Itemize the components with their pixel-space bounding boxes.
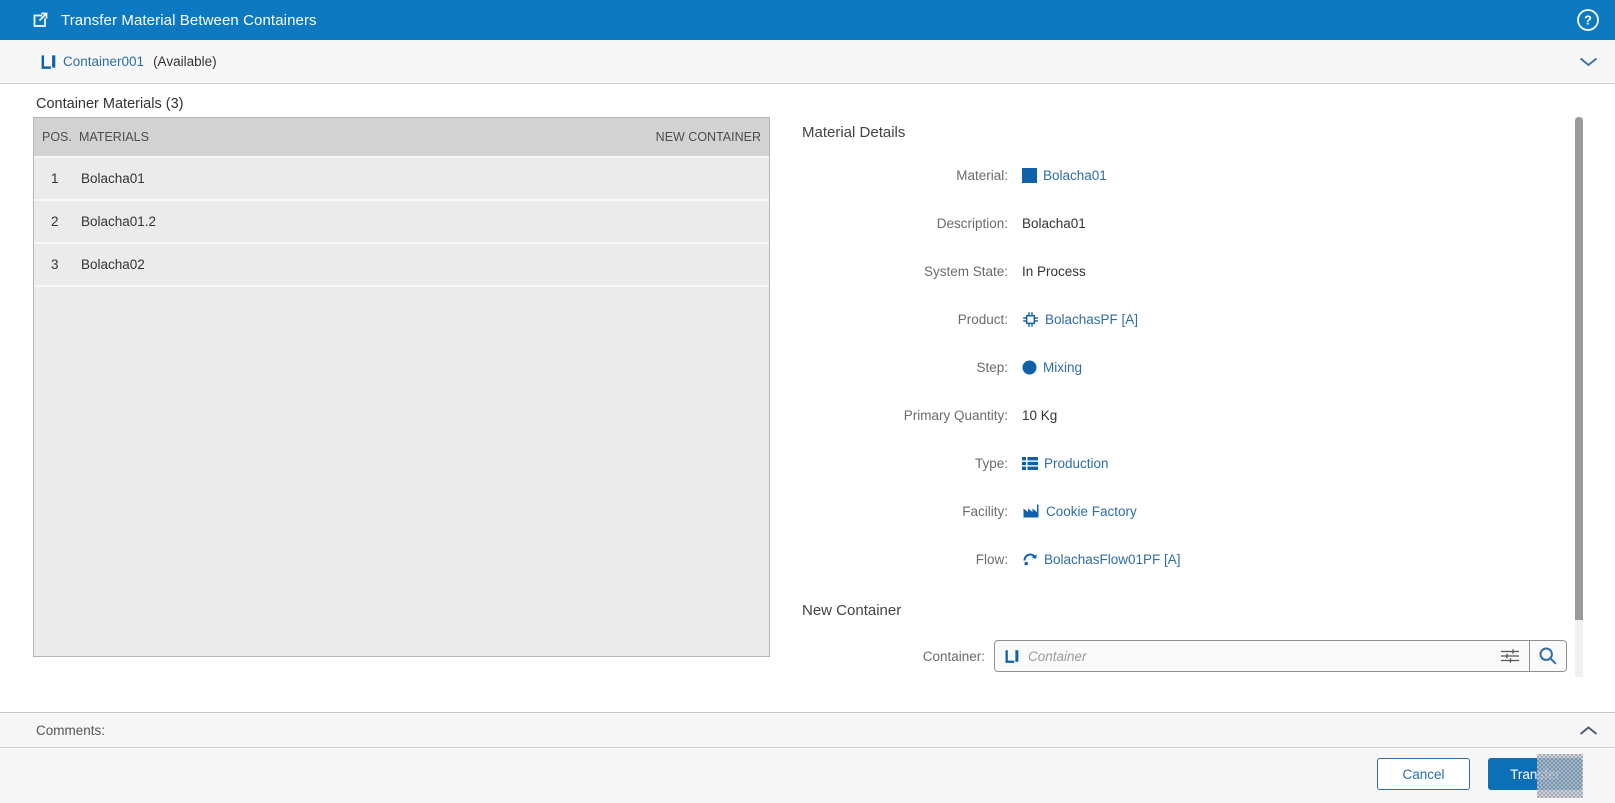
field-row-step: Step: Mixing — [800, 343, 1530, 391]
cancel-button[interactable]: Cancel — [1377, 758, 1470, 790]
details-panel-title: Material Details — [802, 124, 906, 141]
transfer-button[interactable]: Transfer — [1488, 758, 1582, 790]
field-row-flow: Flow: BolachasFlow01PF [A] — [800, 535, 1530, 583]
table-row[interactable]: 1 Bolacha01 — [34, 158, 769, 201]
field-label: Facility: — [962, 503, 1008, 519]
field-value-text: BolachasPF [A] — [1045, 311, 1139, 327]
step-icon — [1022, 360, 1037, 375]
new-container-title: New Container — [802, 602, 902, 619]
details-fields: Material: Bolacha01 Description: Bolacha01 S… — [800, 151, 1530, 583]
field-label: Product: — [957, 311, 1008, 327]
field-value-text: In Process — [1022, 263, 1086, 279]
field-label: Step: — [976, 359, 1008, 375]
field-value-text: BolachasFlow01PF [A] — [1044, 551, 1181, 567]
materials-table: POS. MATERIALS NEW CONTAINER 1 Bolacha01 2… — [33, 117, 770, 657]
cell-pos: 3 — [51, 257, 59, 272]
field-label: Material: — [956, 167, 1008, 183]
search-button[interactable] — [1529, 641, 1566, 671]
comments-bar[interactable]: Comments: — [0, 712, 1615, 748]
field-value[interactable]: Mixing — [1022, 360, 1082, 375]
container-input[interactable] — [1028, 648, 1491, 664]
field-row-product: Product: BolachasPF [A] — [800, 295, 1530, 343]
column-header-new-container: NEW CONTAINER — [655, 130, 761, 144]
field-value[interactable]: Bolacha01 — [1022, 167, 1107, 183]
comments-label: Comments: — [36, 722, 106, 738]
field-row-type: Type: Production — [800, 439, 1530, 487]
container-icon — [40, 53, 57, 70]
chevron-down-icon[interactable] — [1579, 57, 1598, 67]
table-row[interactable]: 3 Bolacha02 — [34, 244, 769, 287]
chevron-up-icon[interactable] — [1579, 726, 1598, 736]
filter-icon[interactable] — [1500, 648, 1520, 664]
transfer-icon — [30, 10, 50, 30]
cell-material: Bolacha01 — [81, 171, 145, 186]
title-bar: Transfer Material Between Containers ? — [0, 0, 1615, 40]
field-row-system-state: System State: In Process — [800, 247, 1530, 295]
field-label: System State: — [923, 263, 1008, 279]
cell-pos: 2 — [51, 214, 59, 229]
flow-icon — [1022, 551, 1038, 567]
container-state: (Available) — [153, 54, 217, 69]
container-header: Container001 (Available) — [0, 40, 1615, 84]
cell-material: Bolacha02 — [81, 257, 145, 272]
type-icon — [1022, 456, 1038, 471]
page-title: Transfer Material Between Containers — [61, 11, 317, 29]
table-row[interactable]: 2 Bolacha01.2 — [34, 201, 769, 244]
container-field-label: Container: — [922, 648, 985, 664]
help-icon[interactable]: ? — [1576, 8, 1600, 32]
field-value: 10 Kg — [1022, 408, 1057, 423]
field-value[interactable]: BolachasPF [A] — [1022, 311, 1138, 328]
cell-material: Bolacha01.2 — [81, 214, 157, 229]
field-label: Type: — [974, 455, 1008, 471]
field-label: Flow: — [975, 551, 1008, 567]
column-header-materials: MATERIALS — [79, 130, 149, 144]
facility-icon — [1022, 503, 1040, 519]
container-input-group — [994, 640, 1567, 672]
field-value-text: Bolacha01 — [1043, 167, 1107, 183]
field-value[interactable]: Production — [1022, 456, 1109, 471]
cell-pos: 1 — [51, 171, 59, 186]
materials-panel-title: Container Materials (3) — [36, 96, 184, 112]
container-icon — [1004, 648, 1020, 664]
field-row-facility: Facility: Cookie Factory — [800, 487, 1530, 535]
field-row-description: Description: Bolacha01 — [800, 199, 1530, 247]
material-icon — [1022, 167, 1037, 183]
field-value-text: Mixing — [1043, 359, 1083, 375]
column-header-pos: POS. — [42, 130, 72, 144]
scrollbar-track[interactable] — [1575, 117, 1583, 677]
transfer-material-dialog: Transfer Material Between Containers ? C… — [0, 0, 1615, 803]
materials-table-body: 1 Bolacha01 2 Bolacha01.2 3 Bolacha02 — [34, 158, 769, 287]
materials-table-header: POS. MATERIALS NEW CONTAINER — [34, 118, 769, 158]
field-label: Description: — [936, 215, 1008, 231]
field-value[interactable]: Cookie Factory — [1022, 503, 1137, 519]
scrollbar-thumb[interactable] — [1575, 117, 1583, 620]
container-name-link[interactable]: Container001 — [63, 54, 144, 69]
svg-text:?: ? — [1584, 13, 1592, 28]
field-value-text: Production — [1044, 455, 1109, 471]
field-value: Bolacha01 — [1022, 216, 1086, 231]
field-value-text: Bolacha01 — [1022, 215, 1086, 231]
footer-bar: Cancel Transfer — [0, 749, 1615, 803]
field-value-text: Cookie Factory — [1046, 503, 1137, 519]
field-value: In Process — [1022, 264, 1086, 279]
field-row-primary-quantity: Primary Quantity: 10 Kg — [800, 391, 1530, 439]
field-value-text: 10 Kg — [1022, 407, 1058, 423]
product-icon — [1022, 311, 1039, 328]
field-value[interactable]: BolachasFlow01PF [A] — [1022, 551, 1181, 567]
field-row-material: Material: Bolacha01 — [800, 151, 1530, 199]
field-label: Primary Quantity: — [903, 407, 1008, 423]
